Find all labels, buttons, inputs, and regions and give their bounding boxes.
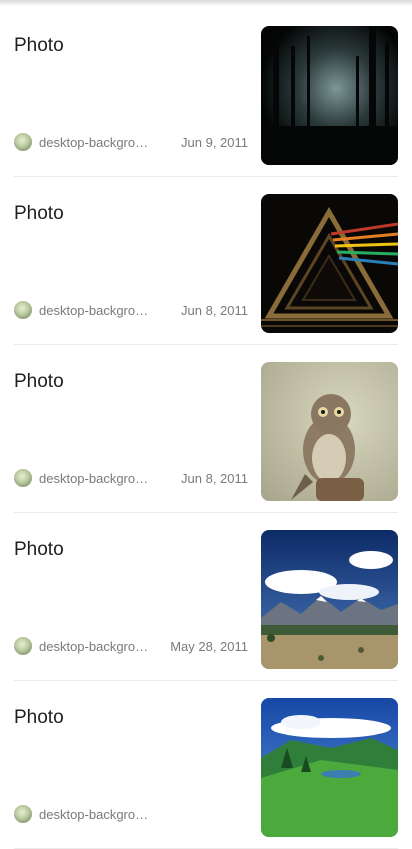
item-title[interactable]: Photo xyxy=(14,371,64,393)
source-name[interactable]: desktop-backgrounds xyxy=(39,303,151,318)
post-date: Jun 8, 2011 xyxy=(181,470,248,486)
item-meta: desktop-backgrounds Jun 8, 2011 xyxy=(14,468,248,488)
post-date: May 28, 2011 xyxy=(170,638,248,654)
triangle-prism-thumbnail[interactable] xyxy=(261,194,398,333)
source-name[interactable]: desktop-backgrounds xyxy=(39,807,151,822)
source-avatar-icon xyxy=(14,301,32,319)
post-date: Jun 9, 2011 xyxy=(181,134,248,150)
feed-item[interactable]: Photo desktop-backgrounds May 28, 2011 xyxy=(14,513,398,681)
item-title[interactable]: Photo xyxy=(14,203,64,225)
item-title[interactable]: Photo xyxy=(14,35,64,57)
photo-feed: Photo desktop-backgrounds Jun 9, 2011 Ph… xyxy=(0,9,412,849)
source-avatar-icon xyxy=(14,133,32,151)
feed-item[interactable]: Photo desktop-backgrounds Jun 8, 2011 xyxy=(14,177,398,345)
item-title[interactable]: Photo xyxy=(14,539,64,561)
item-meta: desktop-backgrounds Jun 8, 2011 xyxy=(14,300,248,320)
dark-forest-thumbnail[interactable] xyxy=(261,26,398,165)
item-meta: desktop-backgrounds xyxy=(14,804,248,824)
feed-item[interactable]: Photo desktop-backgrounds xyxy=(14,681,398,849)
item-title[interactable]: Photo xyxy=(14,707,64,729)
green-valley-thumbnail[interactable] xyxy=(261,698,398,837)
item-meta: desktop-backgrounds Jun 9, 2011 xyxy=(14,132,248,152)
source-avatar-icon xyxy=(14,805,32,823)
top-bar-shadow xyxy=(0,0,412,6)
feed-item[interactable]: Photo desktop-backgrounds Jun 8, 2011 xyxy=(14,345,398,513)
mountain-field-thumbnail[interactable] xyxy=(261,530,398,669)
post-date: Jun 8, 2011 xyxy=(181,302,248,318)
owl-thumbnail[interactable] xyxy=(261,362,398,501)
source-avatar-icon xyxy=(14,469,32,487)
source-name[interactable]: desktop-backgrounds xyxy=(39,471,151,486)
source-name[interactable]: desktop-backgrounds xyxy=(39,135,151,150)
source-name[interactable]: desktop-backgrounds xyxy=(39,639,151,654)
item-meta: desktop-backgrounds May 28, 2011 xyxy=(14,636,248,656)
feed-item[interactable]: Photo desktop-backgrounds Jun 9, 2011 xyxy=(14,9,398,177)
source-avatar-icon xyxy=(14,637,32,655)
